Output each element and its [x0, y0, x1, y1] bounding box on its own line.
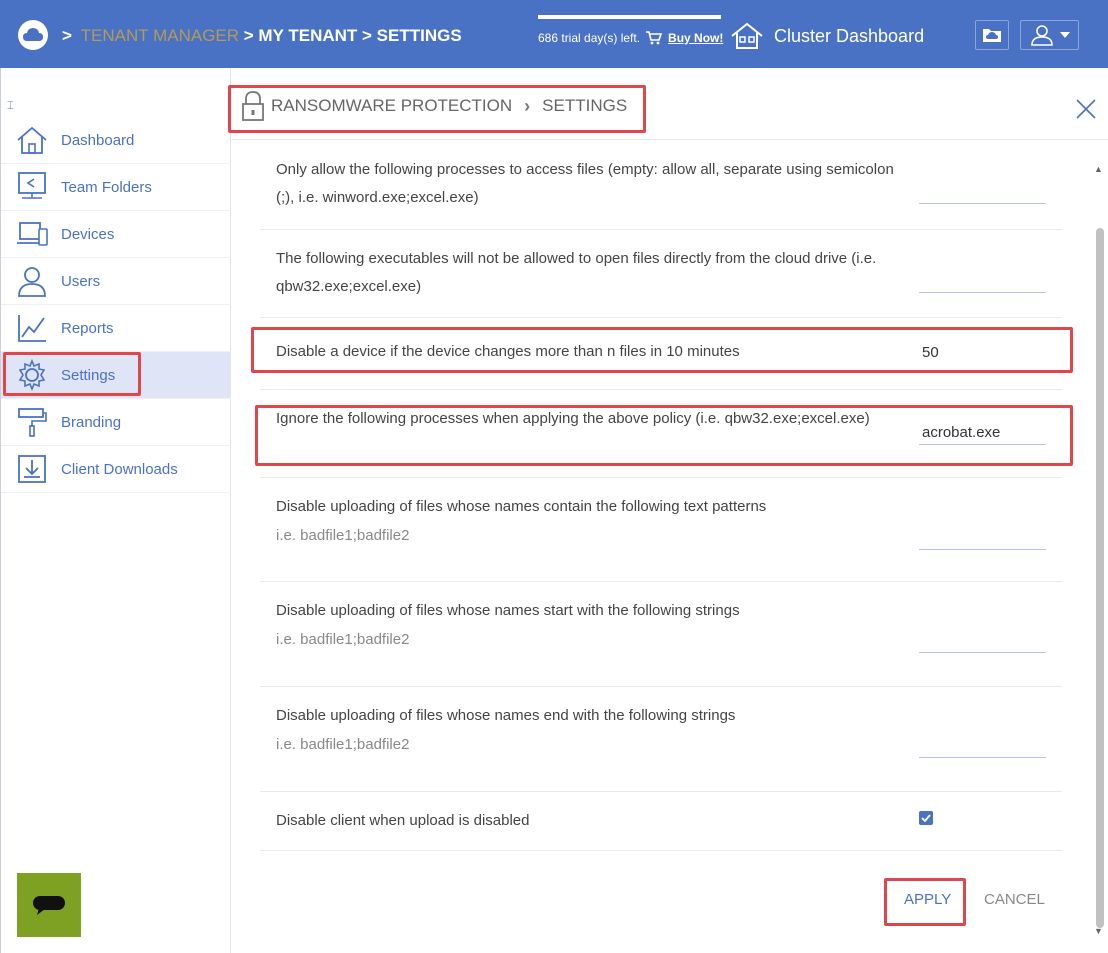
setting-row: Disable uploading of files whose names c… [260, 478, 1062, 582]
cart-icon [646, 31, 663, 45]
cluster-dashboard-label: Cluster Dashboard [774, 25, 925, 46]
sidebar: ⌶ Dashboard Team Folders Devices Users R… [0, 68, 231, 953]
scroll-down-icon[interactable]: ▼ [1094, 926, 1103, 936]
cloud-folder-icon [983, 29, 1001, 42]
setting-row: Disable uploading of files whose names e… [260, 687, 1062, 792]
sidebar-item-label: Users [61, 272, 101, 290]
settings-list: Only allow the following processes to ac… [260, 140, 1062, 851]
sidebar-item-settings[interactable]: Settings [1, 352, 231, 399]
paint-roller-icon [15, 405, 49, 439]
top-bar: > TENANT MANAGER > MY TENANT > SETTINGS … [0, 0, 1108, 68]
setting-row: Disable a device if the device changes m… [260, 318, 1062, 390]
sidebar-item-branding[interactable]: Branding [1, 399, 231, 446]
ignored-processes-input[interactable]: acrobat.exe [919, 423, 1046, 445]
starts-with-input[interactable] [919, 631, 1046, 653]
setting-row: The following executables will not be al… [260, 230, 1062, 318]
sidebar-item-team-folders[interactable]: Team Folders [1, 164, 231, 211]
panel-title-text: RANSOMWARE PROTECTION [271, 96, 513, 115]
home-icon [15, 123, 49, 157]
file-change-threshold-input[interactable]: 50 [919, 343, 1046, 365]
setting-hint: i.e. badfile1;badfile2 [276, 527, 410, 544]
user-avatar-icon [1030, 25, 1053, 46]
sidebar-item-label: Reports [61, 319, 114, 337]
disable-client-checkbox[interactable] [919, 811, 933, 825]
users-icon [15, 264, 49, 298]
chevron-down-icon [1059, 32, 1070, 38]
setting-label: Disable uploading of files whose names e… [276, 707, 736, 724]
breadcrumb-settings: > SETTINGS [362, 26, 462, 45]
download-icon [15, 452, 49, 486]
sidebar-item-label: Settings [61, 366, 116, 384]
setting-label: Ignore the following processes when appl… [276, 410, 870, 427]
trial-days-text: 686 trial day(s) left. [538, 31, 641, 45]
contains-pattern-input[interactable] [919, 528, 1046, 550]
setting-label: Disable client when upload is disabled [276, 812, 530, 829]
sidebar-collapse-toggle[interactable]: ⌶ [7, 100, 14, 113]
setting-label: Disable uploading of files whose names c… [276, 498, 767, 515]
setting-label: Disable a device if the device changes m… [276, 343, 740, 360]
trial-progress-bar [538, 15, 721, 19]
sidebar-item-label: Branding [61, 413, 122, 431]
scrollbar-thumb[interactable] [1096, 228, 1104, 928]
chat-widget-button[interactable] [17, 873, 81, 937]
setting-hint: i.e. badfile1;badfile2 [276, 736, 410, 753]
cloud-folder-button[interactable] [975, 20, 1009, 50]
breadcrumb-tenant-manager[interactable]: TENANT MANAGER [81, 26, 239, 45]
checkmark-icon [921, 814, 931, 822]
devices-icon [15, 217, 49, 251]
setting-label: The following executables will not be al… [276, 250, 877, 295]
lock-icon [242, 91, 264, 121]
setting-label: Disable uploading of files whose names s… [276, 602, 740, 619]
sidebar-item-client-downloads[interactable]: Client Downloads [1, 446, 231, 493]
allowed-processes-input[interactable] [919, 182, 1046, 204]
setting-label: Only allow the following processes to ac… [276, 161, 894, 206]
settings-panel: RANSOMWARE PROTECTION › SETTINGS Only al… [231, 68, 1108, 953]
sidebar-nav: Dashboard Team Folders Devices Users Rep… [1, 117, 231, 493]
trial-info: 686 trial day(s) left. Buy Now! [538, 31, 723, 45]
setting-hint: i.e. badfile1;badfile2 [276, 631, 410, 648]
apply-button[interactable]: APPLY [904, 891, 951, 908]
team-folders-icon [15, 170, 49, 204]
chevron-right-icon: › [524, 95, 531, 116]
ends-with-input[interactable] [919, 736, 1046, 758]
sidebar-item-label: Dashboard [61, 131, 135, 149]
breadcrumb-my-tenant[interactable]: > MY TENANT [244, 26, 358, 45]
sidebar-item-label: Client Downloads [61, 460, 178, 478]
cluster-house-icon [731, 22, 763, 49]
reports-icon [15, 311, 49, 345]
gear-icon [15, 358, 49, 392]
chat-icon [33, 896, 65, 915]
buy-now-link[interactable]: Buy Now! [668, 31, 723, 45]
setting-row: Ignore the following processes when appl… [260, 390, 1062, 478]
panel-subtitle-text: SETTINGS [542, 96, 628, 115]
sidebar-item-label: Devices [61, 225, 115, 243]
cancel-button[interactable]: CANCEL [984, 891, 1045, 908]
setting-row: Disable client when upload is disabled [260, 792, 1062, 851]
user-menu-button[interactable] [1020, 20, 1079, 50]
cloud-logo-icon[interactable] [18, 20, 48, 50]
panel-title: RANSOMWARE PROTECTION › SETTINGS [241, 90, 627, 122]
breadcrumb: > TENANT MANAGER > MY TENANT > SETTINGS [62, 26, 462, 46]
panel-header: RANSOMWARE PROTECTION › SETTINGS [231, 68, 1108, 140]
setting-row: Disable uploading of files whose names s… [260, 582, 1062, 687]
close-icon[interactable] [1075, 98, 1097, 120]
cluster-dashboard-link[interactable]: Cluster Dashboard [730, 22, 924, 50]
breadcrumb-separator: > [62, 26, 72, 45]
blocked-executables-input[interactable] [919, 271, 1046, 293]
sidebar-item-reports[interactable]: Reports [1, 305, 231, 352]
sidebar-item-devices[interactable]: Devices [1, 211, 231, 258]
sidebar-item-label: Team Folders [61, 178, 152, 196]
scroll-up-icon[interactable]: ▲ [1094, 164, 1103, 174]
sidebar-item-users[interactable]: Users [1, 258, 231, 305]
sidebar-item-dashboard[interactable]: Dashboard [1, 117, 231, 164]
setting-row: Only allow the following processes to ac… [260, 140, 1062, 230]
